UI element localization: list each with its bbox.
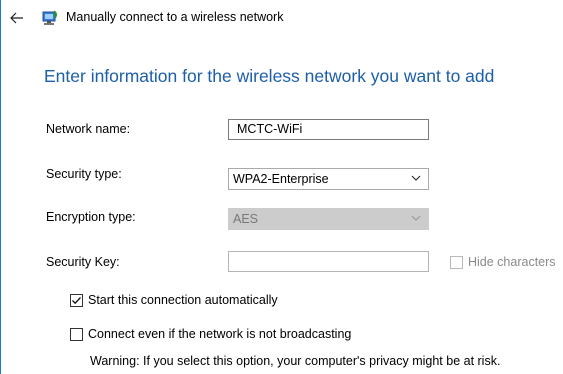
security-type-select[interactable]: WPA2-Enterprise xyxy=(228,168,429,190)
security-type-value: WPA2-Enterprise xyxy=(233,172,329,186)
page-heading: Enter information for the wireless netwo… xyxy=(44,66,495,86)
security-key-label: Security Key: xyxy=(46,255,120,269)
security-key-input[interactable] xyxy=(228,251,429,272)
encryption-type-label: Encryption type: xyxy=(46,210,136,224)
checkmark-icon xyxy=(72,297,81,305)
wireless-network-icon xyxy=(40,9,60,27)
network-name-label: Network name: xyxy=(46,122,131,136)
privacy-warning-text: Warning: If you select this option, your… xyxy=(90,354,501,368)
start-automatically-checkbox[interactable] xyxy=(70,294,83,307)
connect-not-broadcasting-checkbox[interactable] xyxy=(70,328,83,341)
start-automatically-label: Start this connection automatically xyxy=(88,293,278,307)
connect-not-broadcasting-label: Connect even if the network is not broad… xyxy=(88,327,352,341)
encryption-type-select[interactable]: AES xyxy=(228,208,429,230)
dialog-window: Manually connect to a wireless network E… xyxy=(0,0,563,374)
hide-characters-label: Hide characters xyxy=(468,255,556,269)
security-type-label: Security type: xyxy=(46,167,122,181)
chevron-down-icon xyxy=(410,212,422,224)
network-name-input[interactable]: MCTC-WiFi xyxy=(228,119,429,140)
window-border xyxy=(0,0,1,374)
window-title: Manually connect to a wireless network xyxy=(66,10,284,24)
chevron-down-icon xyxy=(410,172,422,184)
encryption-type-value: AES xyxy=(233,212,259,226)
back-arrow-icon[interactable] xyxy=(8,9,26,27)
hide-characters-checkbox[interactable] xyxy=(450,256,463,269)
